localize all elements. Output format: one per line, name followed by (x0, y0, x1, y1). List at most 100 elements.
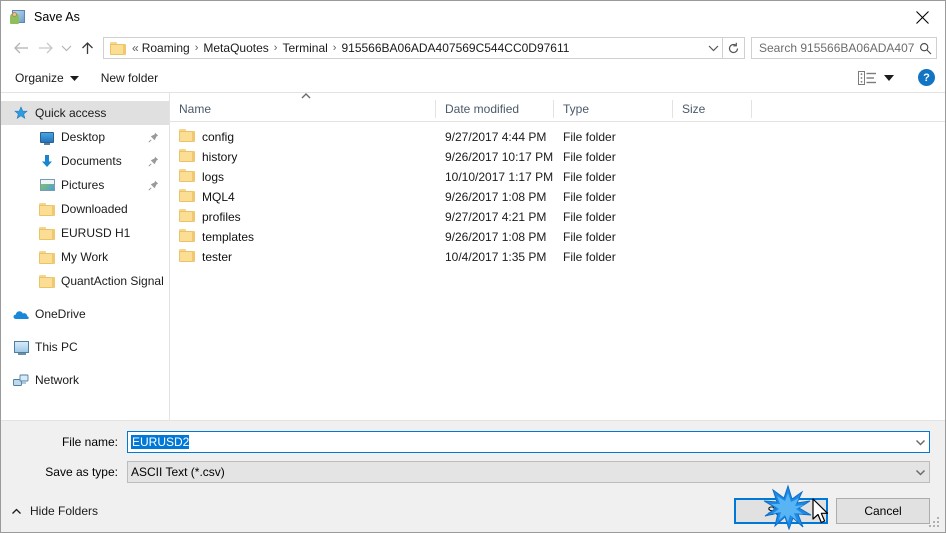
file-name-cell: profiles (170, 209, 436, 225)
save-as-type-select[interactable]: ASCII Text (*.csv) (127, 461, 930, 483)
hide-folders-label: Hide Folders (30, 504, 99, 518)
file-date-cell: 9/27/2017 4:21 PM (445, 210, 547, 224)
close-button[interactable] (899, 1, 945, 33)
chevron-down-icon (915, 439, 926, 446)
hide-folders-button[interactable]: Hide Folders (11, 504, 98, 518)
breadcrumb-item-roaming[interactable]: Roaming (142, 41, 190, 55)
sidebar-item-onedrive[interactable]: OneDrive (1, 302, 169, 326)
search-input[interactable]: Search 915566BA06ADA40756... (752, 41, 914, 55)
search-box[interactable]: Search 915566BA06ADA40756... (751, 37, 937, 59)
navigation-bar: « Roaming › MetaQuotes › Terminal › 9155… (1, 33, 945, 63)
pin-icon[interactable] (148, 180, 163, 191)
refresh-icon (728, 42, 739, 53)
save-as-type-dropdown-button[interactable] (912, 469, 929, 476)
sidebar-item-label: EURUSD H1 (61, 226, 131, 240)
column-header-date-modified[interactable]: Date modified (436, 100, 554, 118)
file-name-value[interactable]: EURUSD2 (128, 435, 912, 449)
network-icon (13, 372, 29, 388)
table-row[interactable]: logs 10/10/2017 1:17 PM File folder (170, 167, 945, 187)
sidebar-item-this-pc[interactable]: This PC (1, 335, 169, 359)
recent-locations-button[interactable] (57, 36, 75, 60)
chevron-down-icon (61, 45, 71, 52)
folder-icon (179, 169, 195, 185)
up-button[interactable] (75, 36, 99, 60)
save-button[interactable]: Save (734, 498, 828, 524)
file-name-label: config (202, 130, 235, 144)
pin-icon[interactable] (148, 132, 163, 143)
new-folder-button[interactable]: New folder (101, 71, 158, 85)
file-name-selected-text: EURUSD2 (131, 435, 190, 449)
sidebar-item-desktop[interactable]: Desktop (1, 125, 169, 149)
save-as-type-label: Save as type: (45, 465, 118, 479)
refresh-button[interactable] (722, 37, 744, 59)
view-options-button[interactable] (858, 70, 894, 85)
sidebar-item-label: This PC (35, 340, 78, 354)
sidebar-item-network[interactable]: Network (1, 368, 169, 392)
file-list-pane: Name Date modified Type Size config 9/27… (170, 93, 945, 420)
view-options-icon (858, 70, 876, 85)
help-button[interactable]: ? (918, 69, 935, 86)
back-button[interactable] (9, 36, 33, 60)
sidebar-item-eurusd-h1[interactable]: EURUSD H1 (1, 221, 169, 245)
search-icon (914, 42, 936, 55)
save-as-type-row: Save as type: ASCII Text (*.csv) (1, 460, 945, 484)
table-row[interactable]: tester 10/4/2017 1:35 PM File folder (170, 247, 945, 267)
chevron-down-icon (915, 469, 926, 476)
save-as-dialog: Save As « Roaming › MetaQuotes › Termina… (0, 0, 946, 533)
breadcrumb-overflow[interactable]: « (130, 41, 142, 55)
save-as-type-value: ASCII Text (*.csv) (131, 465, 225, 479)
new-folder-label: New folder (100, 70, 159, 85)
pin-icon[interactable] (148, 156, 163, 167)
caret-down-icon (884, 74, 894, 81)
table-row[interactable]: templates 9/26/2017 1:08 PM File folder (170, 227, 945, 247)
forward-button[interactable] (33, 36, 57, 60)
organize-button[interactable]: Organize (15, 71, 79, 85)
cancel-button[interactable]: Cancel (836, 498, 930, 524)
cancel-button-label: Cancel (864, 504, 902, 518)
sidebar-item-label: Quick access (35, 106, 107, 120)
file-date-cell: 9/26/2017 10:17 PM (445, 150, 554, 164)
dialog-body: Quick access Desktop Documents Pictures … (1, 93, 945, 421)
breadcrumb-item-terminal-id[interactable]: 915566BA06ADA407569C544CC0D97611 (341, 41, 569, 55)
file-type-cell: File folder (563, 230, 616, 244)
file-type-cell: File folder (563, 250, 616, 264)
breadcrumb[interactable]: « Roaming › MetaQuotes › Terminal › 9155… (103, 37, 745, 59)
sidebar-item-quick-access[interactable]: Quick access (1, 101, 169, 125)
folder-icon (39, 273, 55, 289)
arrow-right-icon (38, 42, 53, 54)
breadcrumb-item-terminal[interactable]: Terminal (282, 41, 327, 55)
folder-icon (179, 229, 195, 245)
arrow-up-icon (81, 41, 93, 54)
column-header-type[interactable]: Type (554, 100, 673, 118)
sidebar-item-label: Pictures (61, 178, 105, 192)
resize-grip-icon[interactable] (929, 517, 941, 529)
table-row[interactable]: config 9/27/2017 4:44 PM File folder (170, 127, 945, 147)
file-type-cell: File folder (563, 130, 616, 144)
sidebar-item-pictures[interactable]: Pictures (1, 173, 169, 197)
table-row[interactable]: history 9/26/2017 10:17 PM File folder (170, 147, 945, 167)
navigation-pane: Quick access Desktop Documents Pictures … (1, 93, 170, 420)
sidebar-item-label: Documents (61, 154, 122, 168)
sidebar-item-quantaction-signal[interactable]: QuantAction Signal (1, 269, 169, 293)
arrow-left-icon (13, 42, 28, 54)
column-header-name[interactable]: Name (170, 100, 436, 118)
file-name-input[interactable]: EURUSD2 (127, 431, 930, 453)
breadcrumb-dropdown-button[interactable] (704, 44, 722, 52)
column-header-size[interactable]: Size (673, 100, 752, 118)
file-name-dropdown-button[interactable] (912, 439, 929, 446)
file-date-cell: 9/27/2017 4:44 PM (445, 130, 547, 144)
sidebar-item-documents[interactable]: Documents (1, 149, 169, 173)
sidebar-item-my-work[interactable]: My Work (1, 245, 169, 269)
breadcrumb-item-metaquotes[interactable]: MetaQuotes (203, 41, 268, 55)
star-icon (13, 105, 29, 121)
sidebar-item-downloaded[interactable]: Downloaded (1, 197, 169, 221)
file-date-cell: 10/4/2017 1:35 PM (445, 250, 547, 264)
title-bar: Save As (1, 1, 945, 33)
monitor-icon (39, 129, 55, 145)
chevron-up-icon (11, 508, 22, 515)
download-arrow-icon (39, 153, 55, 169)
table-row[interactable]: MQL4 9/26/2017 1:08 PM File folder (170, 187, 945, 207)
table-row[interactable]: profiles 9/27/2017 4:21 PM File folder (170, 207, 945, 227)
